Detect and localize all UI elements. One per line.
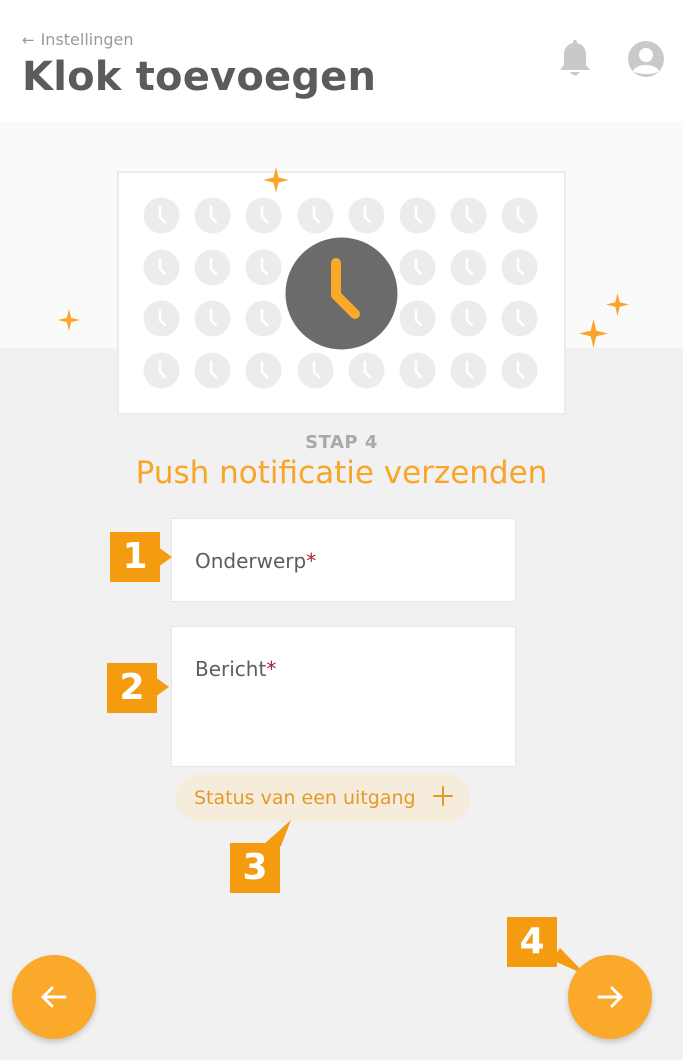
clock-icon <box>450 352 487 389</box>
next-step-button[interactable] <box>568 955 652 1039</box>
clock-icon <box>348 197 385 234</box>
plus-icon <box>433 786 453 806</box>
clock-icon <box>297 197 334 234</box>
clock-icon <box>143 352 180 389</box>
clock-icon <box>399 300 436 337</box>
arrow-left-icon <box>41 986 67 1008</box>
clock-icon <box>501 197 538 234</box>
required-mark: * <box>306 549 317 573</box>
callout-marker-1: 1 <box>110 532 160 582</box>
page-title: Klok toevoegen <box>22 54 377 100</box>
clock-icon <box>399 352 436 389</box>
sparkle-icon <box>606 293 629 316</box>
subject-field-label: Onderwerp* <box>195 549 317 573</box>
message-field-label: Bericht* <box>195 657 277 681</box>
clock-icon <box>450 300 487 337</box>
clock-icon <box>450 249 487 286</box>
clock-icon <box>143 197 180 234</box>
clock-icon <box>450 197 487 234</box>
step-label: STAP 4 <box>305 432 378 453</box>
clock-icon <box>143 300 180 337</box>
clock-icon <box>194 300 231 337</box>
callout-pointer <box>158 547 172 567</box>
sparkle-icon <box>263 167 289 193</box>
clock-icon <box>194 249 231 286</box>
clock-icon <box>501 300 538 337</box>
clock-icon <box>399 197 436 234</box>
previous-step-button[interactable] <box>12 955 96 1039</box>
clock-icon <box>501 352 538 389</box>
clock-icon <box>245 249 282 286</box>
app-header: ← Instellingen Klok toevoegen <box>0 0 683 122</box>
required-mark: * <box>266 657 277 681</box>
callout-pointer <box>262 820 291 846</box>
step-title: Push notificatie verzenden <box>135 455 548 491</box>
sparkle-icon <box>579 319 608 348</box>
callout-marker-2: 2 <box>107 663 157 713</box>
clock-icon <box>348 352 385 389</box>
back-to-settings-link[interactable]: ← Instellingen <box>22 30 134 49</box>
clock-icon <box>245 300 282 337</box>
callout-marker-3: 3 <box>230 843 280 893</box>
callout-pointer <box>155 677 169 697</box>
clock-icon <box>501 249 538 286</box>
back-link-label: Instellingen <box>40 30 134 49</box>
add-exit-status-button[interactable]: Status van een uitgang <box>176 774 470 822</box>
clock-icon <box>194 197 231 234</box>
callout-marker-4: 4 <box>507 917 557 967</box>
clock-icon <box>143 249 180 286</box>
clock-icon <box>245 352 282 389</box>
clock-icon <box>245 197 282 234</box>
bell-icon[interactable] <box>558 40 592 80</box>
arrow-left-icon: ← <box>22 30 35 49</box>
clock-icon <box>194 352 231 389</box>
arrow-right-icon <box>597 986 623 1008</box>
message-field[interactable]: Bericht* <box>171 626 516 767</box>
clock-icon <box>399 249 436 286</box>
clock-icon <box>285 237 398 350</box>
add-exit-status-label: Status van een uitgang <box>194 787 416 809</box>
sparkle-icon <box>58 309 80 331</box>
user-avatar-icon[interactable] <box>627 40 665 78</box>
clock-icon <box>297 352 334 389</box>
subject-field[interactable]: Onderwerp* <box>171 518 516 602</box>
